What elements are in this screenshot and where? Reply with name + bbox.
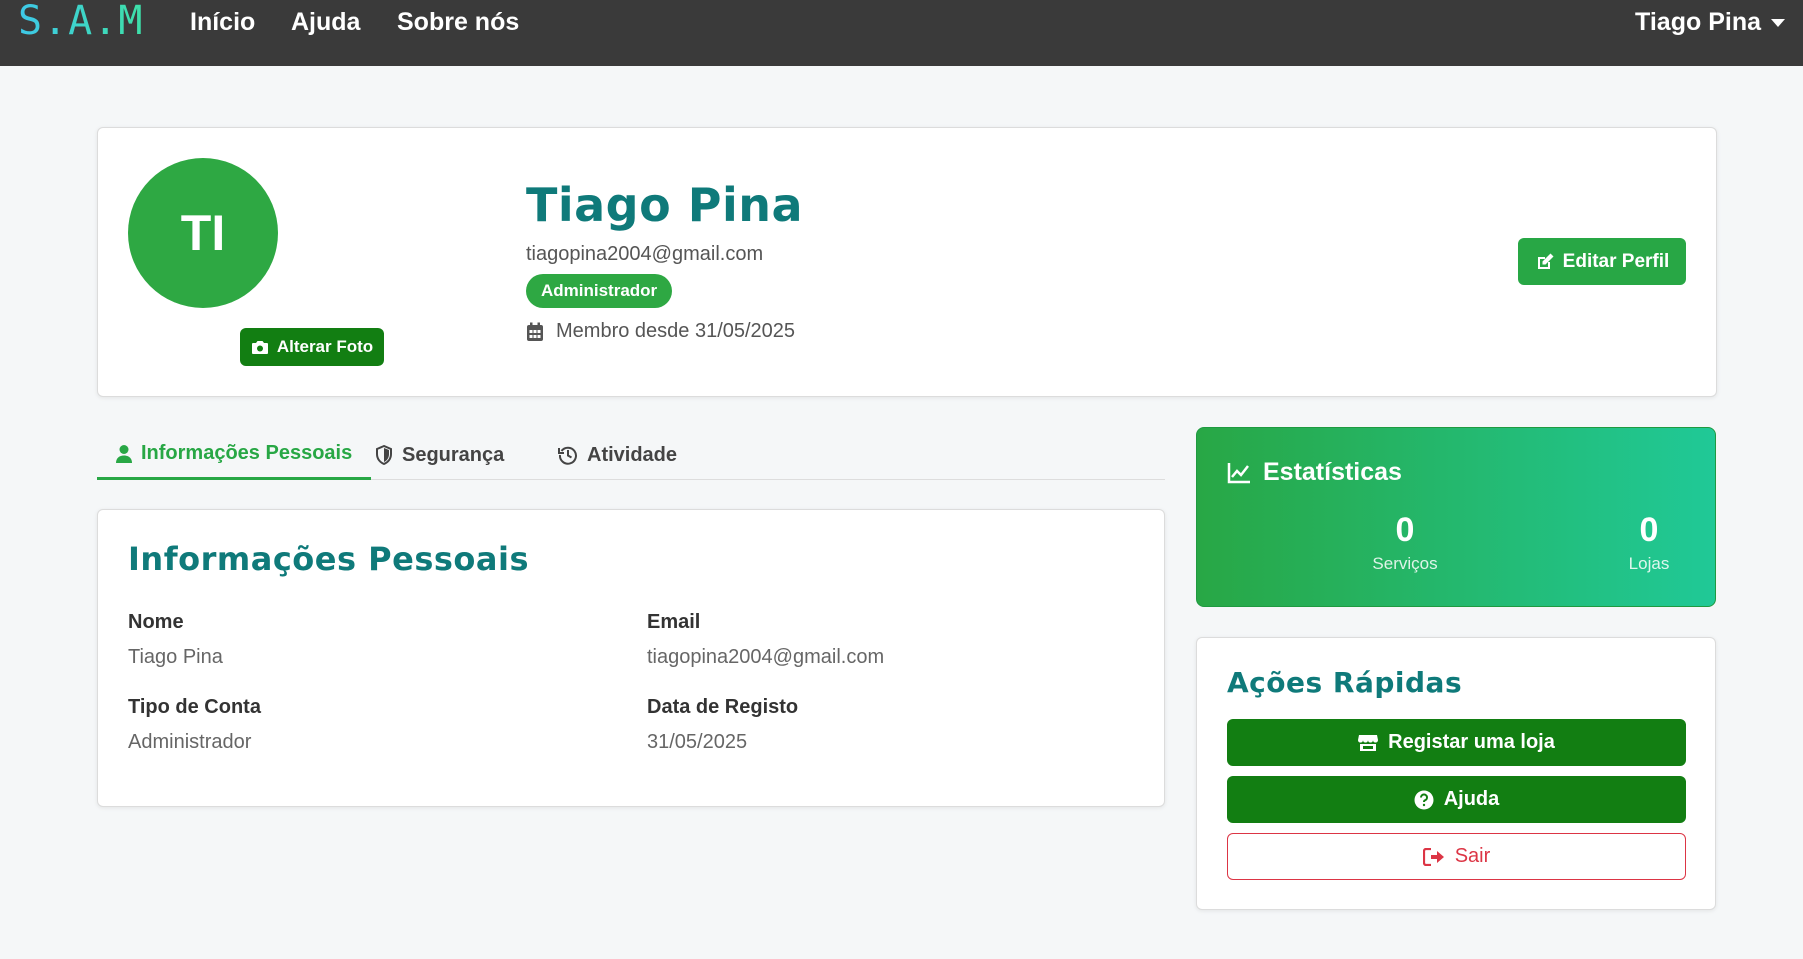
personal-info-card: Informações Pessoais Nome Tiago Pina Ema… xyxy=(97,509,1165,807)
change-photo-button[interactable]: Alterar Foto xyxy=(240,328,384,366)
user-icon xyxy=(116,444,132,464)
field-label-email: Email xyxy=(647,611,701,633)
field-value-register-date: 31/05/2025 xyxy=(647,731,748,753)
member-since: Membro desde 31/05/2025 xyxy=(526,320,795,343)
stat-stores-label: Lojas xyxy=(1628,554,1670,573)
tab-security-label: Segurança xyxy=(402,443,505,466)
shield-icon xyxy=(375,445,393,465)
nav-link-ajuda[interactable]: Ajuda xyxy=(291,8,360,37)
role-badge: Administrador xyxy=(526,274,673,308)
user-menu-name: Tiago Pina xyxy=(1635,8,1761,36)
profile-email: tiagopina2004@gmail.com xyxy=(526,243,764,265)
profile-tabs: Informações Pessoais Segurança Atividade xyxy=(97,430,1165,480)
personal-info-title: Informações Pessoais xyxy=(128,540,529,578)
stat-services-value: 0 xyxy=(1395,511,1415,549)
field-label-name: Nome xyxy=(128,611,184,633)
stat-stores-value: 0 xyxy=(1639,511,1659,549)
field-value-account-type: Administrador xyxy=(128,731,252,753)
line-chart-icon xyxy=(1227,462,1251,484)
avatar: TI xyxy=(128,158,278,308)
history-icon xyxy=(558,445,578,465)
store-icon xyxy=(1358,734,1379,752)
logout-button[interactable]: Sair xyxy=(1227,833,1686,880)
edit-profile-button[interactable]: Editar Perfil xyxy=(1518,238,1686,285)
tab-security[interactable]: Segurança xyxy=(356,430,523,480)
nav-link-sobre-nos[interactable]: Sobre nós xyxy=(397,8,519,37)
field-value-email: tiagopina2004@gmail.com xyxy=(647,646,885,668)
sign-out-icon xyxy=(1422,847,1445,866)
tab-activity-label: Atividade xyxy=(587,443,678,466)
question-circle-icon xyxy=(1414,790,1434,810)
register-store-button[interactable]: Registar uma loja xyxy=(1227,719,1686,766)
camera-icon xyxy=(251,339,269,355)
quick-actions-title: Ações Rápidas xyxy=(1227,666,1463,699)
user-menu-dropdown[interactable]: Tiago Pina xyxy=(1635,8,1785,37)
member-since-text: Membro desde 31/05/2025 xyxy=(556,320,796,342)
help-button[interactable]: Ajuda xyxy=(1227,776,1686,823)
navbar: S.A.M Início Ajuda Sobre nós Tiago Pina xyxy=(0,0,1803,66)
quick-actions-card: Ações Rápidas Registar uma loja Ajuda Sa… xyxy=(1196,637,1716,910)
edit-profile-label: Editar Perfil xyxy=(1562,250,1670,272)
profile-card: TI Alterar Foto Tiago Pina tiagopina2004… xyxy=(97,127,1717,397)
tab-activity[interactable]: Atividade xyxy=(539,430,696,480)
profile-name: Tiago Pina xyxy=(526,178,804,232)
calendar-icon xyxy=(526,322,544,342)
logout-label: Sair xyxy=(1454,845,1491,867)
tab-personal-info-label: Informações Pessoais xyxy=(141,442,353,464)
stats-card: Estatísticas 0 Serviços 0 Lojas xyxy=(1196,427,1716,607)
help-label: Ajuda xyxy=(1443,788,1500,810)
register-store-label: Registar uma loja xyxy=(1388,731,1555,753)
field-value-name: Tiago Pina xyxy=(128,646,223,668)
change-photo-label: Alterar Foto xyxy=(276,337,374,356)
stats-title-text: Estatísticas xyxy=(1263,458,1402,486)
tab-personal-info[interactable]: Informações Pessoais xyxy=(97,430,372,480)
edit-icon xyxy=(1535,252,1555,272)
stat-services-label: Serviços xyxy=(1372,554,1438,573)
brand-logo[interactable]: S.A.M xyxy=(18,0,143,42)
stats-title: Estatísticas xyxy=(1227,458,1402,487)
field-label-register-date: Data de Registo xyxy=(647,696,799,718)
field-label-account-type: Tipo de Conta xyxy=(128,696,261,718)
chevron-down-icon xyxy=(1771,18,1785,27)
nav-link-inicio[interactable]: Início xyxy=(190,8,255,37)
